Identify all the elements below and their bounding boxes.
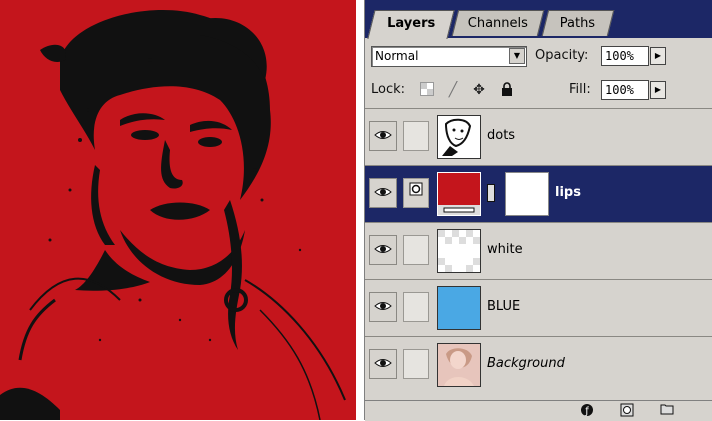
layer-row-blue[interactable]: BLUE <box>365 279 712 336</box>
red-fill-thumbnail <box>437 172 481 216</box>
woman-halftone-illustration <box>0 0 360 420</box>
layer-name: Background <box>487 356 565 371</box>
opacity-arrow-icon[interactable]: ▶ <box>650 47 666 65</box>
brush-layer-icon[interactable] <box>403 178 429 208</box>
dots-thumbnail <box>437 115 481 159</box>
blend-mode-select[interactable]: Normal ▼ <box>371 46 527 67</box>
layer-mask-thumbnail[interactable] <box>505 172 549 216</box>
transparency-lock-icon[interactable] <box>419 82 435 98</box>
photo-thumbnail <box>437 343 481 387</box>
lock-label: Lock: <box>371 82 406 97</box>
tab-channels[interactable]: Channels <box>451 10 545 36</box>
canvas-divider <box>356 0 364 420</box>
eye-icon[interactable] <box>369 292 397 322</box>
tab-paths[interactable]: Paths <box>541 10 615 36</box>
blue-fill-thumbnail <box>437 286 481 330</box>
eye-icon[interactable] <box>369 178 397 208</box>
transparent-thumbnail <box>437 229 481 273</box>
padlock-icon[interactable] <box>499 82 515 98</box>
layer-name: white <box>487 242 523 257</box>
eye-icon[interactable] <box>369 349 397 379</box>
tab-layers[interactable]: Layers <box>367 10 455 39</box>
tab-paths-label: Paths <box>560 16 596 31</box>
link-toggle[interactable] <box>403 349 429 379</box>
new-set-icon[interactable] <box>659 403 675 419</box>
fill-label: Fill: <box>569 82 591 97</box>
eye-icon[interactable] <box>369 121 397 151</box>
layer-row-lips[interactable]: lips <box>365 165 712 222</box>
fill-arrow-icon[interactable]: ▶ <box>650 81 666 99</box>
panel-tab-bar: Layers Channels Paths <box>365 0 712 39</box>
svg-text:ƒ: ƒ <box>584 406 589 417</box>
layer-name: lips <box>555 185 581 200</box>
layer-name: BLUE <box>487 299 521 314</box>
layers-panel: Layers Channels Paths Normal ▼ Opacity: … <box>364 0 712 421</box>
canvas-image[interactable] <box>0 0 360 420</box>
layer-name: dots <box>487 128 516 143</box>
chain-link-icon[interactable] <box>487 184 495 202</box>
eye-icon[interactable] <box>369 235 397 265</box>
layer-row-dots[interactable]: dots <box>365 108 712 165</box>
tab-channels-label: Channels <box>467 16 528 31</box>
chevron-down-icon: ▼ <box>509 48 525 64</box>
link-toggle[interactable] <box>403 292 429 322</box>
opacity-label: Opacity: <box>535 48 589 63</box>
tab-layers-label: Layers <box>387 16 436 31</box>
brush-lock-icon[interactable]: ╱ <box>445 82 461 98</box>
layer-row-background[interactable]: Background <box>365 336 712 396</box>
layer-row-white[interactable]: white <box>365 222 712 279</box>
link-toggle[interactable] <box>403 121 429 151</box>
blend-mode-value: Normal <box>375 49 419 63</box>
link-toggle[interactable] <box>403 235 429 265</box>
opacity-field[interactable]: 100% <box>601 46 649 66</box>
move-lock-icon[interactable]: ✥ <box>471 82 487 98</box>
add-mask-icon[interactable] <box>619 403 635 419</box>
fill-field[interactable]: 100% <box>601 80 649 100</box>
panel-bottom-bar: ƒ <box>365 400 712 421</box>
layer-style-icon[interactable]: ƒ <box>579 403 595 419</box>
